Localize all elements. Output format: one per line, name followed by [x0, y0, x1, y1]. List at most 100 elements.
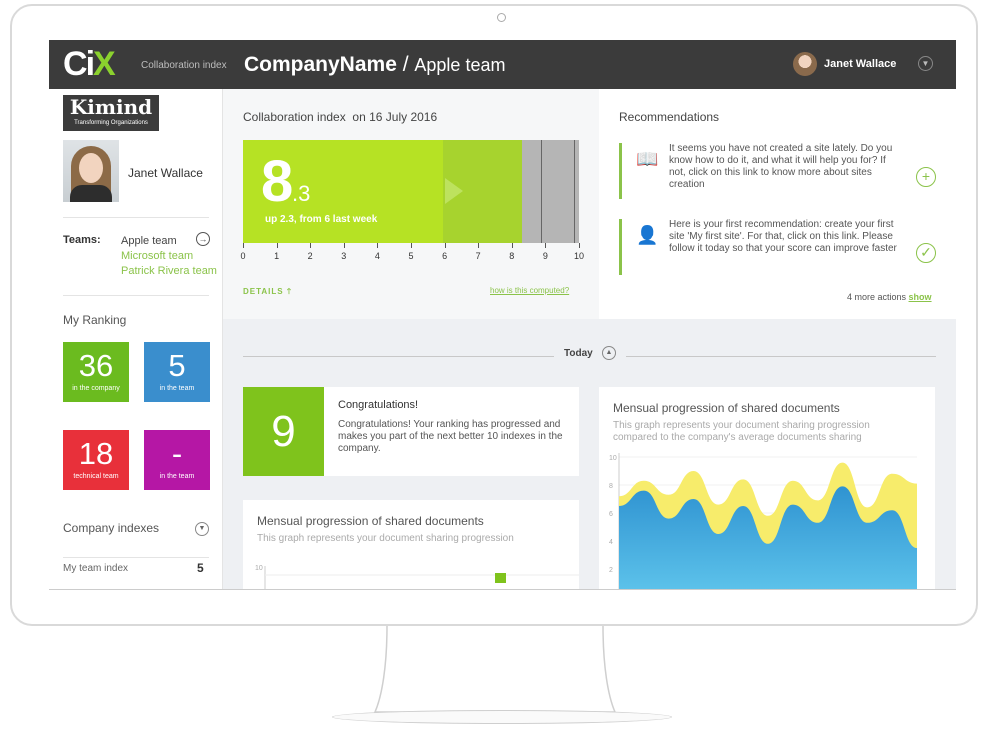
- how-computed-link[interactable]: how is this computed?: [490, 286, 569, 295]
- rank-caption: in the company: [72, 385, 120, 392]
- recommendation-text: Here is your first recommendation: creat…: [669, 219, 897, 254]
- chevron-down-icon[interactable]: ▼: [195, 522, 209, 536]
- add-icon[interactable]: +: [916, 167, 936, 187]
- scale-tick-label: 1: [274, 251, 280, 261]
- rank-tile-team-2[interactable]: - in the team: [144, 430, 210, 490]
- user-avatar[interactable]: [793, 52, 817, 76]
- title-separator: /: [396, 53, 415, 76]
- scale-tick: [579, 243, 580, 248]
- score-delta: up 2.3, from 6 last week: [265, 214, 378, 225]
- more-actions: 4 more actions show: [847, 292, 932, 302]
- scale-tick-label: 9: [542, 251, 548, 261]
- congrats-text: Congratulations! Your ranking has progre…: [338, 419, 563, 454]
- recommendations-title: Recommendations: [619, 110, 720, 124]
- scale-tick: [444, 243, 446, 248]
- scale-tick: [276, 243, 278, 248]
- scale-tick-label: 8: [509, 251, 515, 261]
- y-tick-label: 8: [609, 483, 613, 490]
- recommendation-text: It seems you have not created a site lat…: [669, 143, 893, 190]
- congrats-number: 9: [243, 387, 324, 476]
- scale-tick-label: 0: [240, 251, 246, 261]
- divider: [63, 217, 209, 218]
- chart-small-svg: 10: [255, 565, 579, 589]
- collaboration-title: Collaboration index on 16 July 2016: [243, 110, 437, 124]
- camera-dot: [497, 13, 506, 22]
- scale-tick-label: 2: [307, 251, 313, 261]
- scale-tick: [545, 243, 547, 248]
- profile-photo[interactable]: [63, 140, 119, 202]
- chevron-up-icon[interactable]: ▲: [602, 346, 616, 360]
- logo-subtitle: Collaboration index: [141, 60, 227, 71]
- teams-label: Teams:: [63, 234, 101, 246]
- y-tick-label: 10: [255, 565, 263, 572]
- collaboration-gauge: 8 .3 up 2.3, from 6 last week: [243, 140, 579, 243]
- cix-logo[interactable]: CiX: [63, 47, 116, 81]
- divider: [63, 295, 209, 296]
- gauge-scale: 0 1 2 3 4 5 6 7 8 9 10: [240, 243, 584, 263]
- scale-tick: [511, 243, 513, 248]
- team-item-microsoft[interactable]: Microsoft team: [121, 249, 217, 264]
- scale-tick-label: 6: [442, 251, 448, 261]
- monitor-stand: [373, 626, 617, 713]
- y-tick-label: 4: [609, 539, 613, 546]
- recommendation-item[interactable]: 📖 It seems you have not created a site l…: [619, 143, 939, 199]
- chart-card-small: Mensual progression of shared documents …: [243, 500, 579, 589]
- profile-name: Janet Wallace: [128, 166, 203, 180]
- today-label: Today: [564, 348, 593, 359]
- area-chart: 10 8 6 4 2: [609, 453, 917, 589]
- details-label: DETAILS: [243, 287, 284, 296]
- show-more-link[interactable]: show: [909, 292, 932, 302]
- scale-tick: [411, 243, 412, 248]
- collaboration-index-panel: Collaboration index on 16 July 2016 8 .3…: [223, 89, 599, 319]
- app-screen: CiX Collaboration index CompanyName / Ap…: [49, 40, 956, 590]
- team-item-patrick-rivera[interactable]: Patrick Rivera team: [121, 264, 217, 279]
- scale-tick: [377, 243, 379, 248]
- scale-tick: [478, 243, 480, 248]
- org-logo-name: Kimind: [69, 95, 153, 119]
- arrow-right-icon: [445, 178, 463, 204]
- scale-tick-label: 5: [408, 251, 414, 261]
- rank-tile-technical[interactable]: 18 technical team: [63, 430, 129, 490]
- user-name[interactable]: Janet Wallace: [824, 58, 896, 70]
- user-icon: 👤: [636, 225, 659, 245]
- y-tick-label: 10: [609, 455, 617, 462]
- check-icon[interactable]: ✓: [916, 243, 936, 263]
- congrats-title: Congratulations!: [338, 399, 419, 411]
- book-icon: 📖: [636, 149, 659, 169]
- arrow-up-icon: 🡑: [286, 287, 293, 296]
- recommendations-panel: Recommendations 📖 It seems you have not …: [599, 89, 956, 319]
- recommendation-item[interactable]: 👤 Here is your first recommendation: cre…: [619, 219, 939, 275]
- scale-tick: [343, 243, 345, 248]
- details-link[interactable]: DETAILS 🡑: [243, 286, 292, 300]
- divider: [63, 557, 209, 558]
- ranking-title: My Ranking: [63, 313, 127, 327]
- scale-tick-label: 10: [573, 251, 584, 261]
- rank-tile-company[interactable]: 36 in the company: [63, 342, 129, 402]
- score-decimal: .3: [292, 181, 311, 206]
- sidebar: Kimind Transforming Organizations Janet …: [49, 89, 223, 589]
- y-tick-label: 6: [609, 511, 613, 518]
- company-name: CompanyName: [244, 53, 397, 76]
- collaboration-label: Collaboration index: [243, 110, 346, 124]
- gauge-marker: [574, 140, 575, 243]
- score-integer: 8: [261, 149, 294, 214]
- my-team-index-value: 5: [197, 561, 204, 575]
- scale-tick-label: 3: [341, 251, 347, 261]
- chart-card-large: Mensual progression of shared documents …: [599, 387, 935, 589]
- arrow-right-icon[interactable]: →: [196, 232, 210, 246]
- rank-value: -: [171, 436, 183, 471]
- chevron-down-icon[interactable]: ▼: [918, 56, 933, 71]
- congrats-card: 9 Congratulations! Congratulations! Your…: [243, 387, 579, 476]
- more-actions-text: 4 more actions: [847, 292, 907, 302]
- rank-value: 5: [168, 348, 186, 383]
- y-tick-label: 2: [609, 567, 613, 574]
- rank-value: 18: [78, 436, 114, 471]
- collaboration-date: on 16 July 2016: [352, 110, 438, 124]
- kimind-logo: Kimind Transforming Organizations: [63, 95, 159, 131]
- rank-caption: in the team: [159, 385, 195, 392]
- monitor-base: [332, 710, 672, 724]
- page-title: CompanyName / Apple team: [244, 53, 505, 77]
- rank-tile-team[interactable]: 5 in the team: [144, 342, 210, 402]
- current-team: Apple team: [414, 55, 506, 75]
- org-logo-tagline: Transforming Organizations: [74, 120, 148, 126]
